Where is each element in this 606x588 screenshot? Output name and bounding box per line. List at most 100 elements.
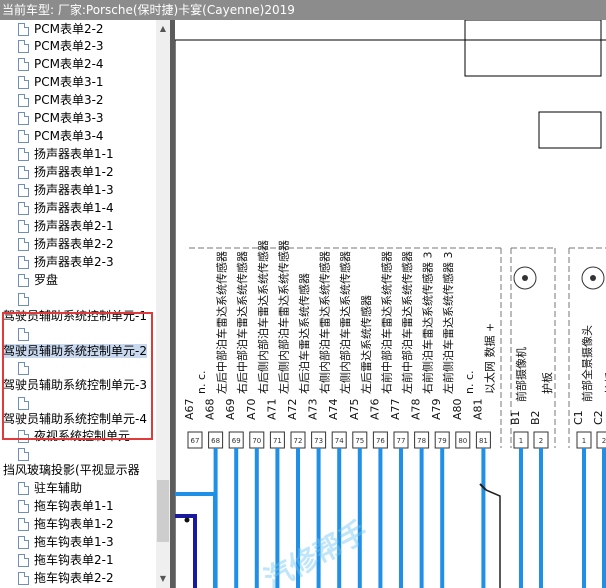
camera-icon-lens: [590, 275, 596, 281]
document-icon: [18, 448, 29, 461]
pin-number: 73: [314, 437, 323, 445]
tree-item-label: PCM表单2-4: [34, 57, 104, 71]
pin-description: 左后侧内部泊车雷达系统传感器: [276, 240, 290, 394]
document-icon: [18, 518, 29, 531]
tree-item-label: 拖车钩表单1-2: [34, 517, 114, 531]
pin-number: 70: [252, 437, 261, 445]
tree-item[interactable]: PCM表单3-3: [18, 109, 104, 127]
pin-number: 81: [479, 437, 488, 445]
pin-id: C2: [592, 410, 605, 425]
tree-item[interactable]: 扬声器表单2-3: [18, 253, 114, 271]
pin-description: 右侧内部泊车雷达系统传感器: [318, 251, 332, 394]
pin-description: n. c.: [195, 370, 208, 394]
component-box: [464, 20, 602, 77]
tree-item[interactable]: PCM表单2-3: [18, 37, 104, 55]
document-icon: [18, 58, 29, 71]
tree-item-label: PCM表单3-2: [34, 93, 104, 107]
document-icon: [18, 94, 29, 107]
pin-number: 77: [397, 437, 406, 445]
wiring-diagram: A67 n. c. 67 A68 左后中部泊车雷达系统传感器 68 A69 右后中部泊车雷达系…: [175, 20, 606, 588]
document-icon: [18, 220, 29, 233]
tree-item[interactable]: 挡风玻璃投影(平视显示器: [3, 461, 140, 479]
document-icon: [18, 293, 29, 306]
document-icon: [18, 202, 29, 215]
tree-item[interactable]: PCM表单2-4: [18, 55, 104, 73]
tree-item[interactable]: 拖车钩表单1-1: [18, 497, 114, 515]
camera-title: 前部全景摄像头: [580, 325, 594, 402]
document-icon: [18, 554, 29, 567]
tree-item[interactable]: 扬声器表单1-1: [18, 145, 114, 163]
pin-id: A68: [204, 398, 217, 420]
document-icon: [18, 482, 29, 495]
pin-description: 左前中部泊车雷达系统传感器: [400, 251, 414, 394]
tree-item-label: 挡风玻璃投影(平视显示器: [3, 463, 140, 477]
pin-description: 右后中部泊车雷达系统传感器: [235, 251, 249, 394]
document-icon: [18, 500, 29, 513]
tree-item[interactable]: 扬声器表单1-2: [18, 163, 114, 181]
document-icon: [18, 76, 29, 89]
pin-number: 80: [458, 437, 467, 445]
pin-description: 右后侧内部泊车雷达系统传感器: [256, 240, 270, 394]
camera-title: 前部摄像机: [514, 347, 528, 402]
tree-item[interactable]: 扬声器表单2-1: [18, 217, 114, 235]
tree-item-label: 扬声器表单1-1: [34, 147, 114, 161]
pin-id: B1: [509, 410, 522, 425]
tree-item-label: 扬声器表单1-2: [34, 165, 114, 179]
pin-id: C1: [572, 410, 585, 425]
tree-item[interactable]: 扬声器表单1-4: [18, 199, 114, 217]
document-icon: [18, 184, 29, 197]
scroll-up-icon[interactable]: ▲: [156, 22, 170, 36]
pin-number: 71: [273, 437, 282, 445]
pin-number: 68: [211, 437, 220, 445]
tree-item[interactable]: PCM表单2-2: [18, 20, 104, 38]
tree-item[interactable]: PCM表单3-2: [18, 91, 104, 109]
selection-highlight-box: [2, 312, 153, 440]
document-icon: [18, 166, 29, 179]
pin-id: A81: [471, 398, 484, 420]
tree-item[interactable]: 驻车辅助: [18, 479, 82, 497]
tree-item[interactable]: PCM表单3-1: [18, 73, 104, 91]
junction-dot: [184, 517, 190, 523]
window-title: 当前车型: 厂家:Porsche(保时捷)卡宴(Cayenne)2019: [0, 0, 606, 20]
pin-number: 67: [191, 437, 200, 445]
pin-description: 右前侧泊车雷达系统传感器 3: [421, 252, 435, 395]
pin-id: B2: [529, 410, 542, 425]
tree-item[interactable]: 拖车钩表单1-2: [18, 515, 114, 533]
pin-description: 右前中部泊车雷达系统传感器: [379, 251, 393, 394]
tree-item-label: 驻车辅助: [34, 481, 83, 495]
pin-number: 78: [417, 437, 426, 445]
document-icon: [18, 130, 29, 143]
document-icon: [18, 536, 29, 549]
pin-number: 72: [294, 437, 303, 445]
tree-item[interactable]: 扬声器表单1-3: [18, 181, 114, 199]
tree-item[interactable]: PCM表单3-4: [18, 127, 104, 145]
pin-number: 79: [438, 437, 447, 445]
scroll-down-icon[interactable]: ▼: [156, 572, 170, 586]
tree-item[interactable]: 拖车钩表单2-1: [18, 551, 114, 569]
pin-id: A70: [245, 398, 258, 420]
tree-scrollbar-thumb[interactable]: [157, 480, 169, 542]
document-icon: [18, 148, 29, 161]
document-icon: [18, 112, 29, 125]
tree-item[interactable]: 罗盘: [18, 271, 58, 289]
tree-item-label: 拖车钩表单1-1: [34, 499, 114, 513]
pin-number: 69: [232, 437, 241, 445]
tree-item-label: 扬声器表单1-3: [34, 183, 114, 197]
wire: [175, 514, 197, 588]
document-icon: [18, 40, 29, 53]
tree-item[interactable]: 拖车钩表单1-3: [18, 533, 114, 551]
pin-description: n. c.: [463, 370, 476, 394]
tree-item[interactable]: 扬声器表单2-2: [18, 235, 114, 253]
pin-id: A77: [389, 398, 402, 420]
document-icon: [18, 23, 29, 36]
ethernet-wire: [485, 489, 501, 588]
camera-icon-lens: [522, 275, 528, 281]
pin-id: A72: [286, 398, 299, 420]
tree-item[interactable]: 拖车钩表单2-2: [18, 569, 114, 587]
tree-item-label: 扬声器表单1-4: [34, 201, 114, 215]
tree-item-label: 拖车钩表单1-3: [34, 535, 114, 549]
tree-item-label: PCM表单2-3: [34, 39, 104, 53]
tree-item[interactable]: [18, 290, 34, 308]
pin-description: 左前侧泊车雷达系统传感器 3: [441, 252, 455, 395]
model-tree[interactable]: PCM表单2-2 PCM表单2-3 PCM表单2-4 PCM表单3-1 PCM表单3-2…: [0, 20, 156, 588]
